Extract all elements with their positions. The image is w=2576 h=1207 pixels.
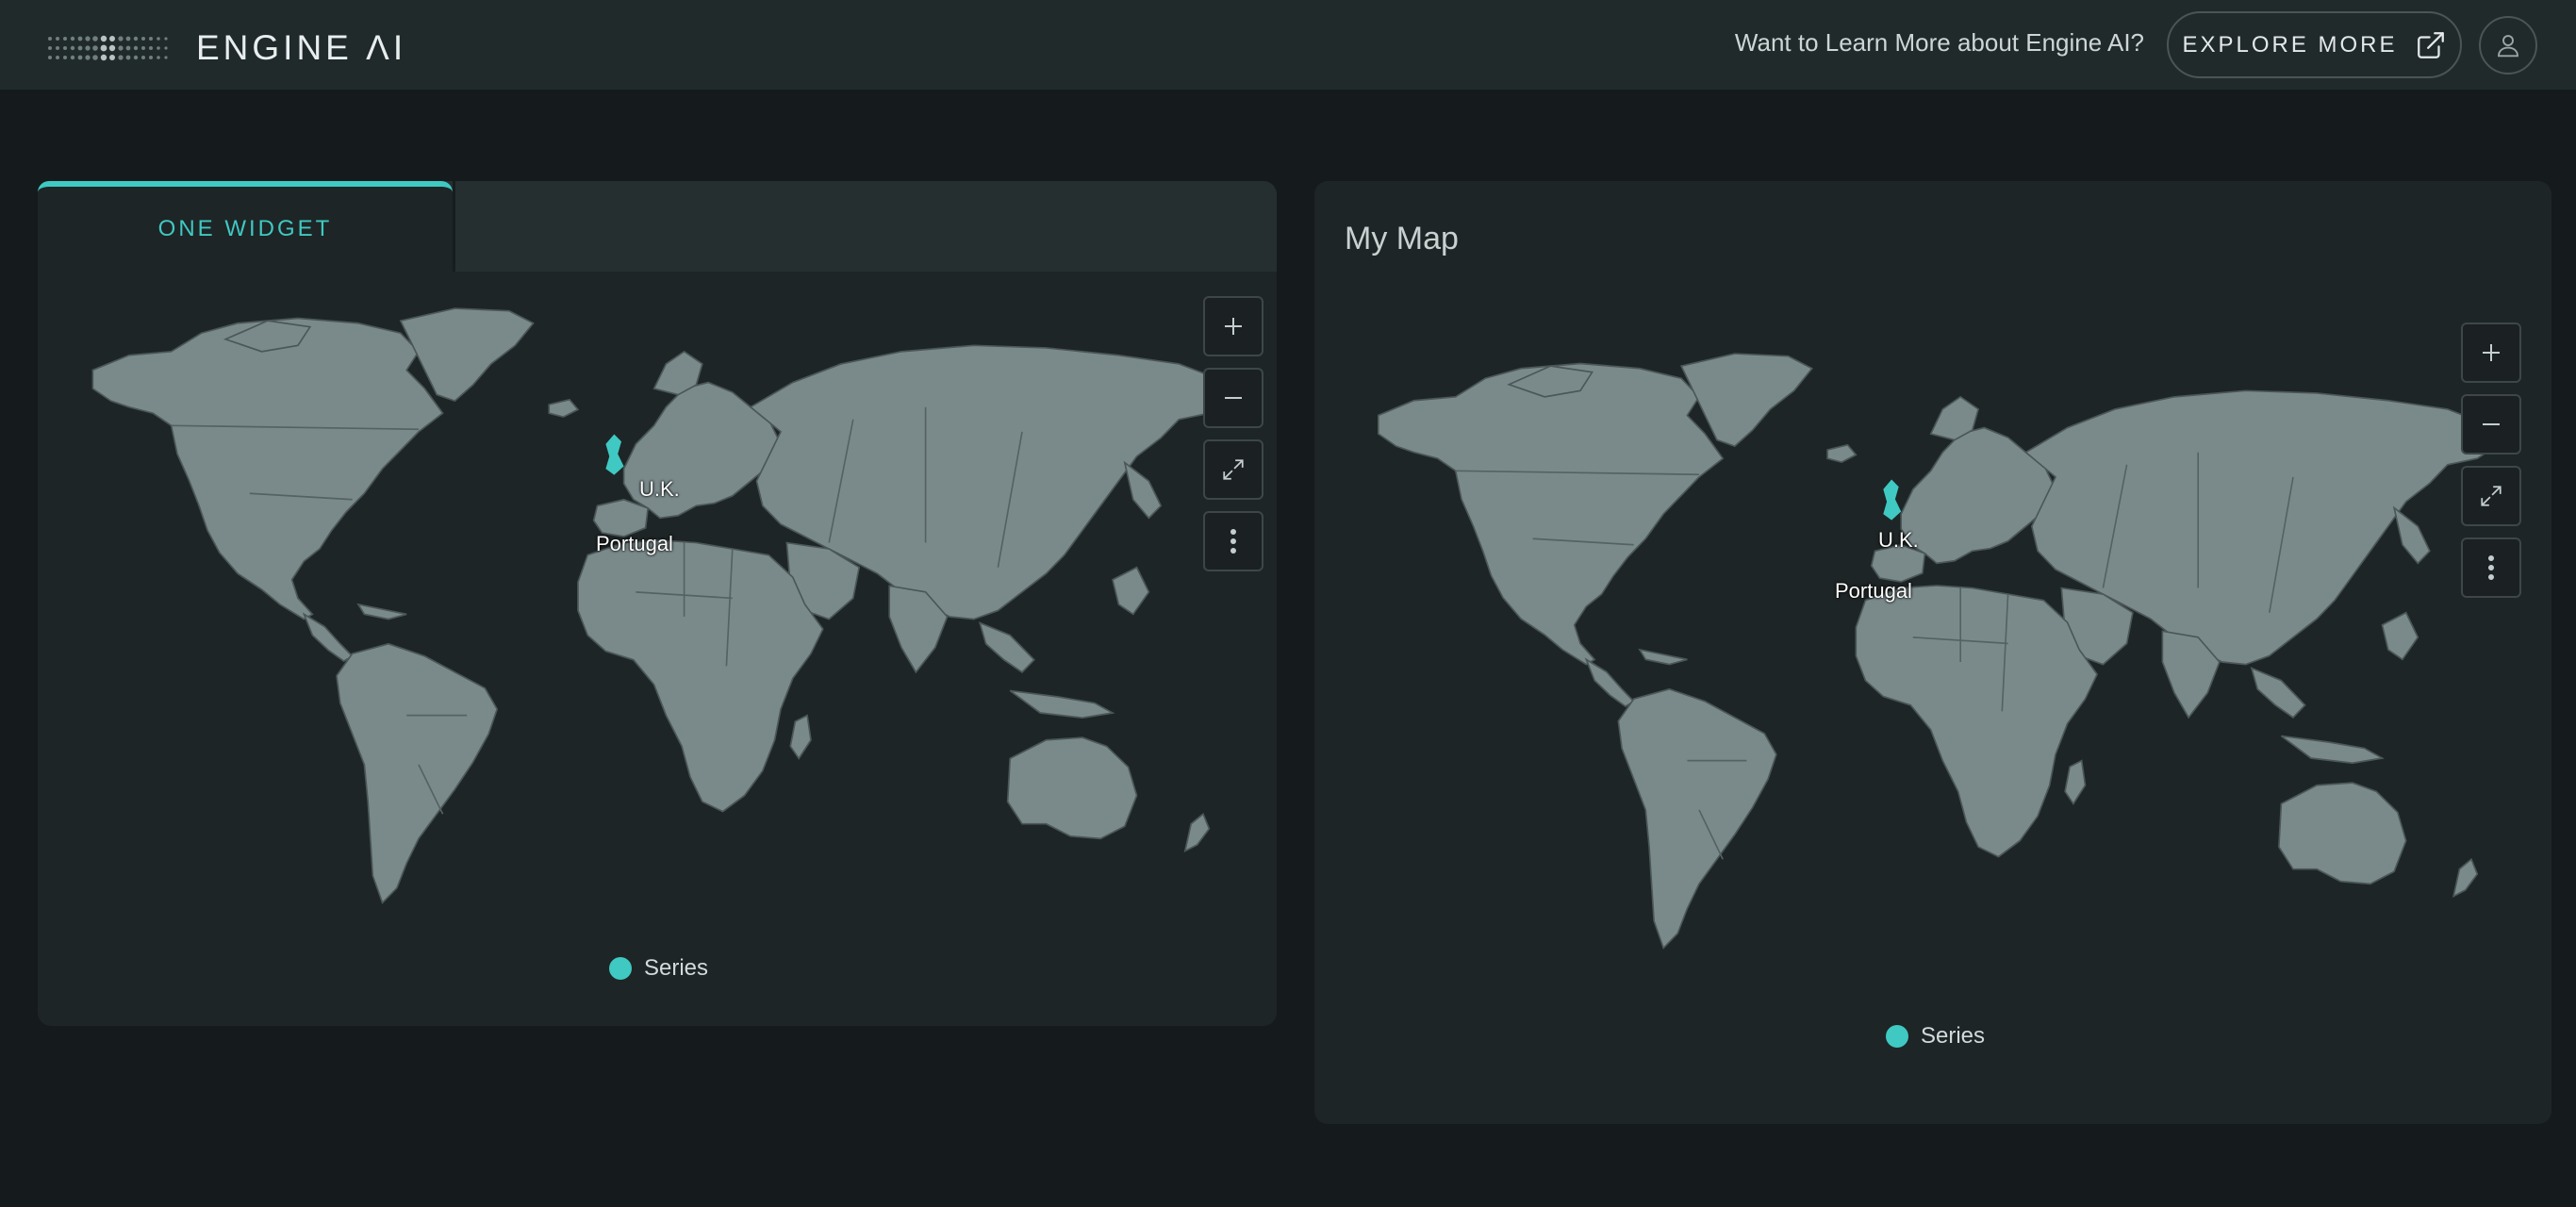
map-controls [1203,296,1263,583]
map-label-portugal: Portugal [1835,579,1912,603]
brand-logo[interactable]: ENGINE ΛI [47,28,406,68]
tab-divider [453,181,455,272]
zoom-in-button[interactable] [1203,296,1263,356]
user-icon [2498,35,2518,58]
widget-tab-bar: ONE WIDGET [38,181,1277,272]
tab-one-widget-label: ONE WIDGET [157,216,333,241]
zoom-in-button[interactable] [2461,322,2521,383]
user-avatar-button[interactable] [2479,16,2537,74]
legend-series-label: Series [1921,1023,1986,1049]
legend-series-marker [1886,1025,1908,1048]
world-map-svg [1377,353,2502,950]
my-map-card: My Map U.K. Portugal Series [1314,181,2551,1124]
world-map[interactable]: U.K. Portugal [57,296,1263,937]
explore-more-label: EXPLORE MORE [2182,31,2398,58]
more-options-button[interactable] [1203,511,1263,571]
card-title: My Map [1345,221,1459,256]
kebab-menu-icon [1230,529,1236,554]
learn-more-prompt: Want to Learn More about Engine AI? [1734,28,2144,57]
zoom-out-button[interactable] [1203,368,1263,428]
map-controls [2461,322,2521,609]
map-label-portugal: Portugal [596,532,673,555]
world-map[interactable]: U.K. Portugal [1343,322,2531,983]
more-options-button[interactable] [2461,537,2521,598]
plus-icon [1225,318,1242,335]
fullscreen-button[interactable] [2461,466,2521,526]
explore-more-button[interactable]: EXPLORE MORE [2167,11,2462,78]
map-label-uk: U.K. [1878,528,1919,552]
fullscreen-button[interactable] [1203,439,1263,500]
brand-name: ENGINE ΛI [196,28,407,67]
map-label-uk: U.K. [639,477,680,501]
external-link-icon [2417,31,2444,58]
top-header: ENGINE ΛI Want to Learn More about Engin… [0,0,2576,90]
plus-icon [2483,344,2500,361]
logo-dots-icon [48,35,168,61]
minus-icon [1225,397,1242,399]
expand-icon [2481,486,2502,506]
world-map-svg [91,307,1235,904]
kebab-menu-icon [2488,555,2494,580]
expand-icon [1223,459,1244,480]
map-legend[interactable]: Series [609,955,708,982]
legend-series-label: Series [644,955,709,981]
one-widget-card: ONE WIDGET U.K. Portugal Series [38,181,1277,1026]
legend-series-marker [609,957,632,980]
zoom-out-button[interactable] [2461,394,2521,455]
minus-icon [2483,423,2500,425]
map-legend[interactable]: Series [1886,1023,1985,1050]
tab-one-widget[interactable]: ONE WIDGET [38,181,453,272]
